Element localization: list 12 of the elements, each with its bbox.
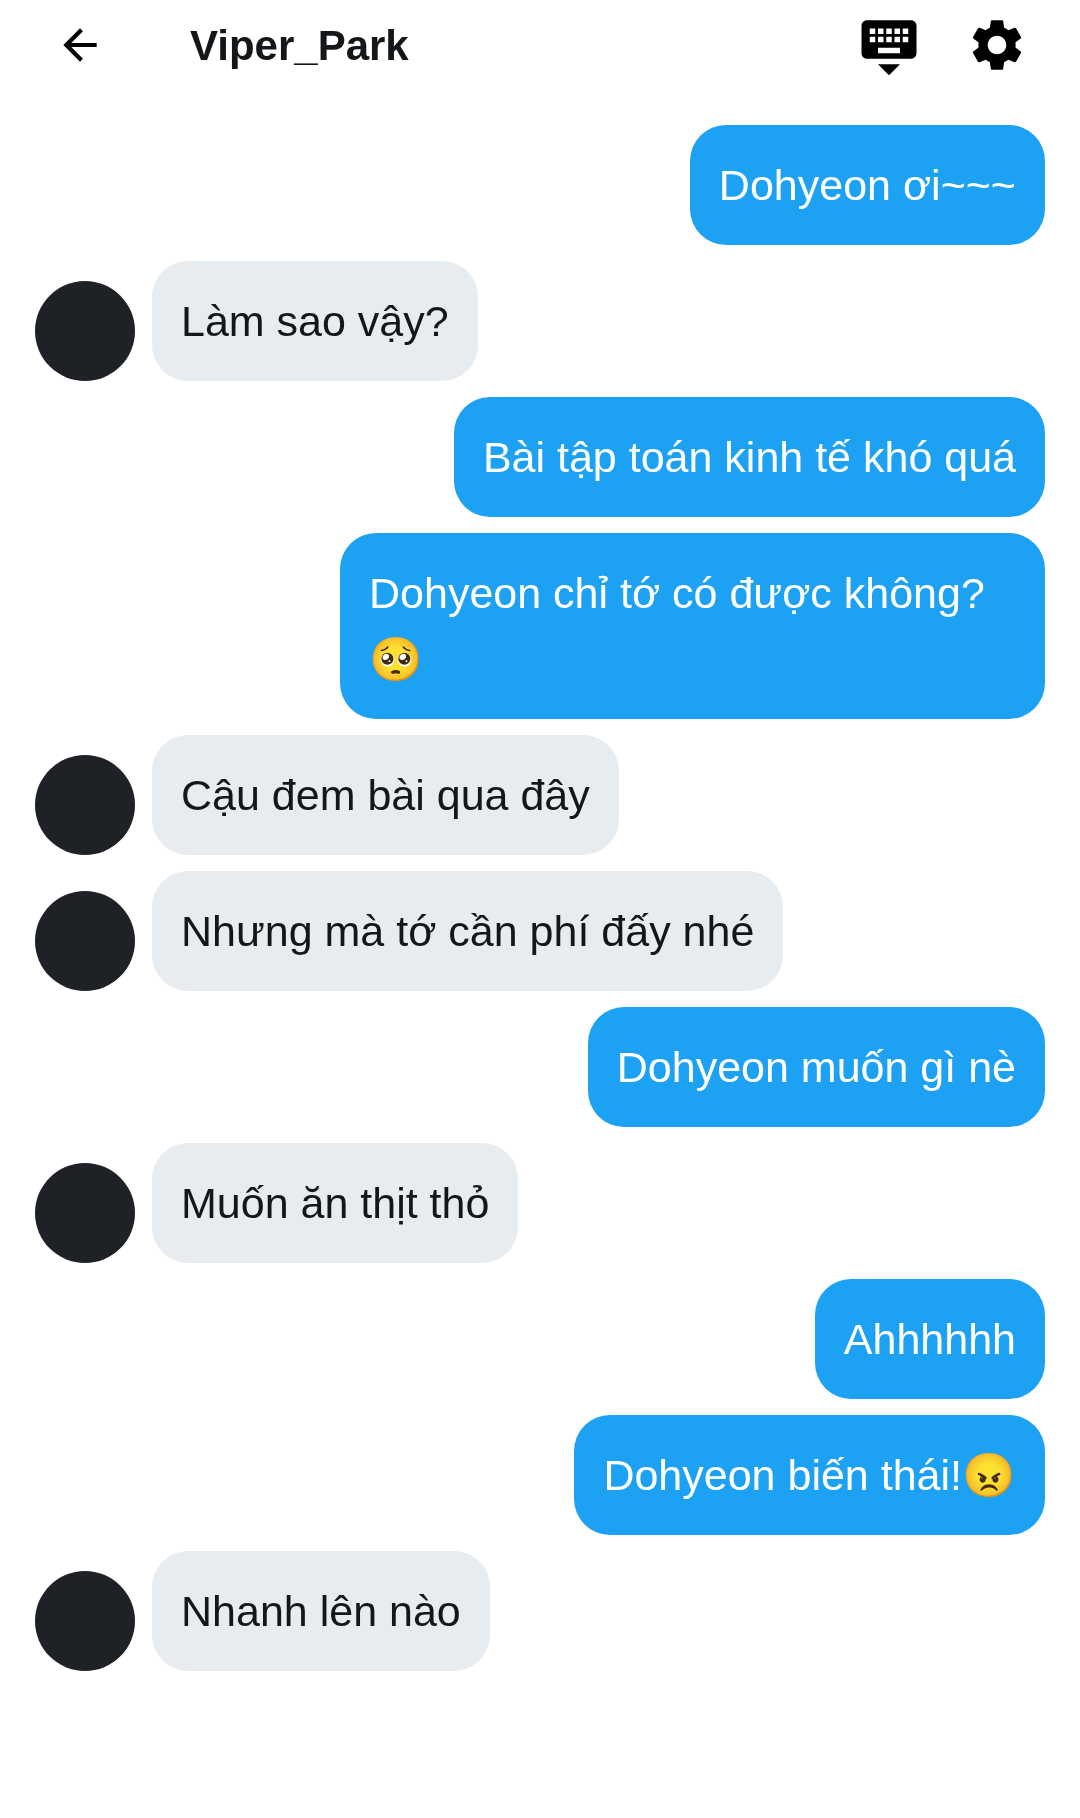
chat-title: Viper_Park bbox=[190, 20, 409, 71]
received-message-bubble: Cậu đem bài qua đây bbox=[152, 735, 619, 855]
received-message-bubble: Nhưng mà tớ cần phí đấy nhé bbox=[152, 871, 784, 991]
sent-message-bubble: Bài tập toán kinh tế khó quá bbox=[453, 397, 1045, 517]
sent-message-bubble: Dohyeon chỉ tớ có được không?🥺 bbox=[340, 533, 1045, 719]
sent-message-bubble: Ahhhhhh bbox=[814, 1279, 1045, 1399]
received-message-bubble: Làm sao vậy? bbox=[152, 261, 478, 381]
sent-message-bubble: Dohyeon ơi~~~ bbox=[689, 125, 1045, 245]
sent-message-bubble: Dohyeon muốn gì nè bbox=[587, 1007, 1045, 1127]
received-message-bubble: Muốn ăn thịt thỏ bbox=[152, 1143, 519, 1263]
received-message-bubble: Nhanh lên nào bbox=[152, 1551, 490, 1671]
sent-message-bubble: Dohyeon biến thái!😠 bbox=[574, 1415, 1045, 1535]
